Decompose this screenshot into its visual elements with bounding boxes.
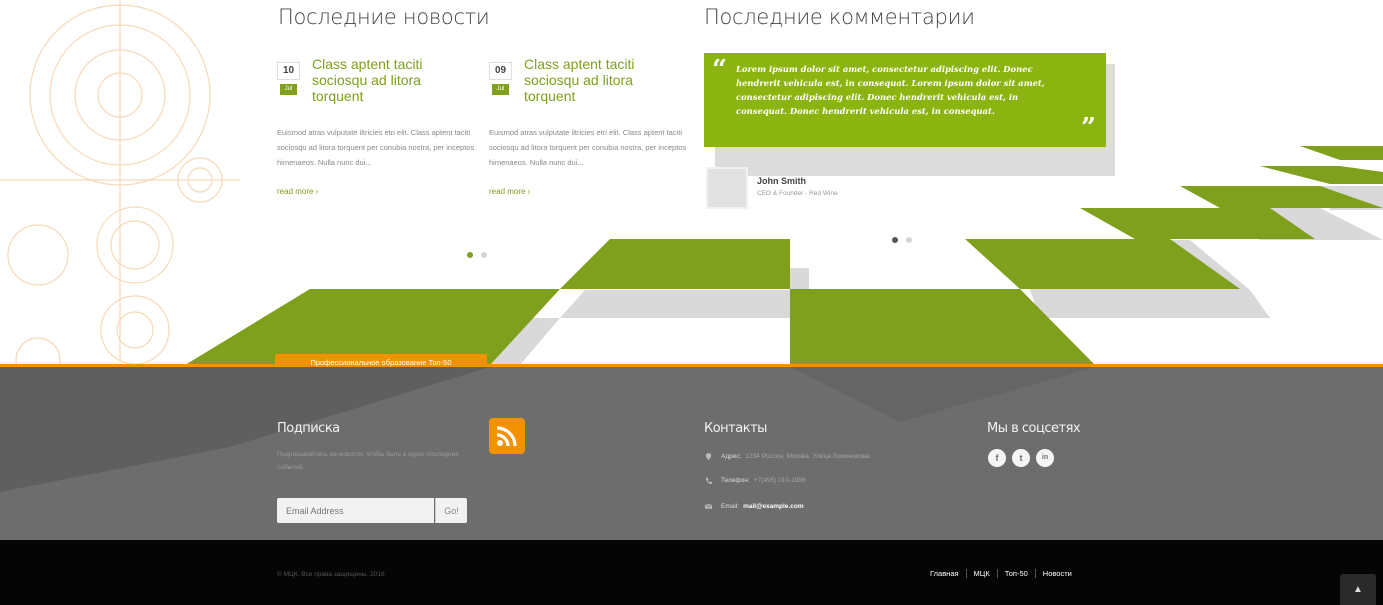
subscribe-go-button[interactable]: Go!	[435, 498, 467, 523]
news-date: 09 Jul	[489, 62, 512, 95]
news-headline-link[interactable]: Class aptent taciti sociosqu ad litora t…	[524, 56, 684, 104]
footer-decorative-shadow	[0, 367, 1095, 492]
news-item: 10 Jul Class aptent taciti sociosqu ad l…	[277, 56, 477, 206]
footer-nav-mck[interactable]: МЦК	[974, 569, 990, 578]
news-date: 10 Jul	[277, 62, 300, 95]
phone-icon	[705, 477, 712, 484]
nav-separator	[965, 569, 967, 578]
contacts-title: Контакты	[704, 421, 767, 436]
news-date-day: 10	[277, 62, 300, 80]
footer-nav-home[interactable]: Главная	[930, 569, 959, 578]
contact-email: Email: mail@example.com	[705, 500, 804, 512]
testimonial-quote-box: “ Lorem ipsum dolor sit amet, consectetu…	[704, 53, 1106, 147]
page: Последние новости 10 Jul Class aptent ta…	[0, 0, 1383, 605]
scroll-to-top-button[interactable]: ▲	[1340, 574, 1376, 605]
close-quote-icon: ”	[1081, 113, 1096, 143]
footer-nav: Главная МЦК Топ-50 Новости	[930, 569, 1072, 578]
contact-label: Email:	[721, 502, 740, 510]
footer-nav-news[interactable]: Новости	[1043, 569, 1072, 578]
email-input[interactable]	[277, 498, 434, 523]
contact-value: 1234 Россия, Москва, Улица Ломоносова	[745, 452, 870, 460]
contact-email-link[interactable]: mail@example.com	[743, 503, 804, 510]
news-date-month: Jul	[492, 84, 509, 95]
rss-icon[interactable]	[489, 418, 525, 454]
open-quote-icon: “	[712, 55, 727, 85]
comments-section-title: Последние комментарии	[704, 5, 975, 29]
nav-separator	[1034, 569, 1036, 578]
news-section-title: Последние новости	[278, 5, 490, 29]
news-headline-link[interactable]: Class aptent taciti sociosqu ad litora t…	[312, 56, 472, 104]
envelope-icon	[705, 503, 712, 509]
bottom-bar	[0, 540, 1383, 605]
carousel-dot-active[interactable]	[892, 237, 898, 243]
news-date-month: Jul	[280, 84, 297, 95]
contact-phone: Телефон: +7(495) 010-1996	[705, 474, 806, 486]
news-excerpt: Euismod atras vulputate iltricies etri e…	[489, 128, 687, 167]
author-avatar	[706, 167, 748, 209]
read-more-link[interactable]: read more ›	[277, 187, 318, 196]
read-more-link[interactable]: read more ›	[489, 187, 530, 196]
news-carousel-pager	[467, 252, 487, 258]
nav-separator	[996, 569, 998, 578]
copyright-text: © МЦК. Все права защищены. 2016	[277, 571, 385, 578]
carousel-dot-active[interactable]	[467, 252, 473, 258]
contact-address: Адрес: 1234 Россия, Москва, Улица Ломоно…	[705, 450, 870, 462]
carousel-dot[interactable]	[481, 252, 487, 258]
map-marker-icon	[705, 452, 712, 460]
gear-decoration	[0, 0, 240, 383]
linkedin-icon[interactable]: in	[1036, 449, 1054, 467]
contact-label: Адрес:	[721, 452, 742, 460]
testimonial-carousel-pager	[892, 237, 912, 243]
news-excerpt: Euismod atras vulputate iltricies etri e…	[277, 128, 475, 167]
news-item: 09 Jul Class aptent taciti sociosqu ad l…	[489, 56, 689, 206]
contact-value: +7(495) 010-1996	[753, 476, 806, 484]
social-title: Мы в соцсетях	[987, 421, 1081, 436]
carousel-dot[interactable]	[906, 237, 912, 243]
footer-nav-top50[interactable]: Топ-50	[1005, 569, 1028, 578]
testimonial-text: Lorem ipsum dolor sit amet, consectetur …	[736, 64, 1045, 116]
subscribe-description: Подписывайтесь на новости, чтобы быть в …	[277, 451, 459, 471]
twitter-icon[interactable]: t	[1012, 449, 1030, 467]
news-date-day: 09	[489, 62, 512, 80]
contact-label: Телефон:	[721, 476, 750, 484]
subscribe-title: Подписка	[277, 421, 340, 436]
facebook-icon[interactable]: f	[988, 449, 1006, 467]
author-name: John Smith	[757, 176, 806, 186]
author-role: CEO & Founder - Red Wine	[757, 190, 838, 197]
